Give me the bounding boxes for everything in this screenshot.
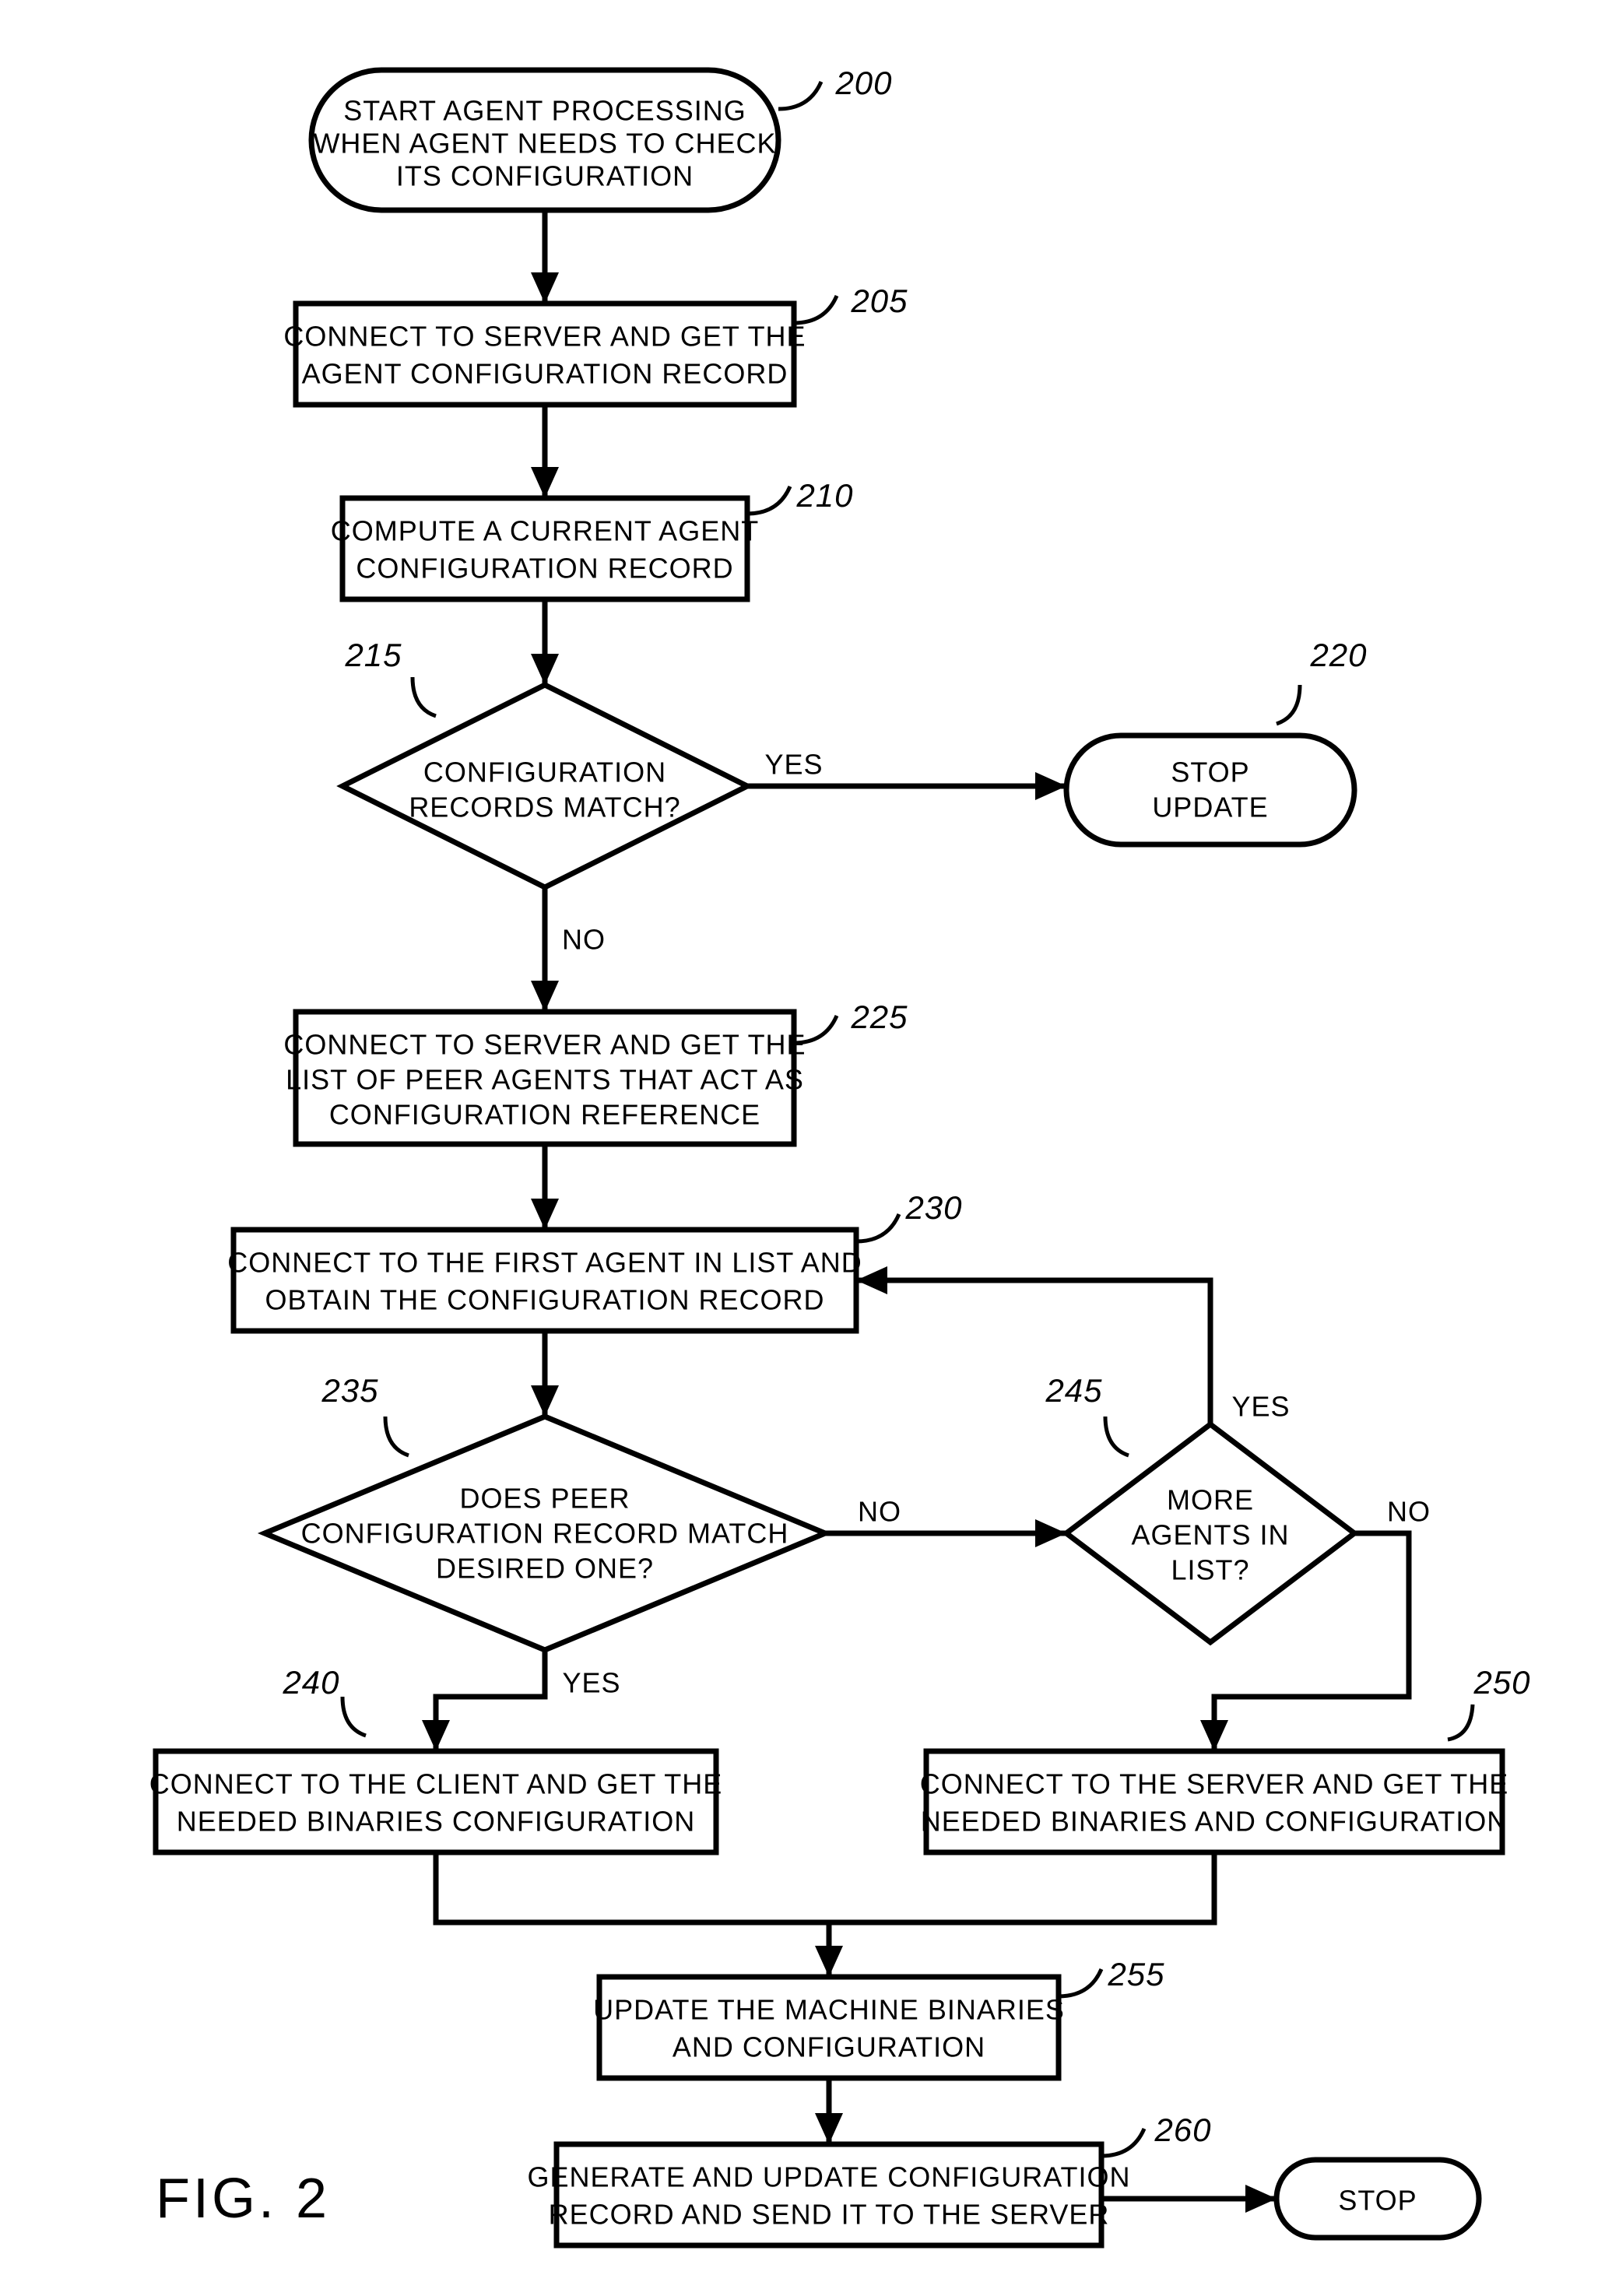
node-stop: STOP [1277,2160,1479,2238]
node-205-process: CONNECT TO SERVER AND GET THE AGENT CONF… [283,304,806,405]
label-255: 255 [1107,1956,1164,1992]
edge-235-240-yes: YES [422,1650,621,1751]
edge-215-yes-label: YES [764,749,823,781]
node-205-line2: AGENT CONFIGURATION RECORD [302,358,788,390]
edge-235-no-label: NO [858,1496,901,1528]
label-230: 230 [904,1189,962,1226]
node-200-line1: START AGENT PROCESSING [343,95,746,127]
node-230-line2: OBTAIN THE CONFIGURATION RECORD [265,1284,824,1316]
node-240-process: CONNECT TO THE CLIENT AND GET THE NEEDED… [149,1751,723,1852]
edge-225-230 [531,1144,559,1230]
node-225-process: CONNECT TO SERVER AND GET THE LIST OF PE… [283,1012,806,1144]
node-250-process: CONNECT TO THE SERVER AND GET THE NEEDED… [920,1751,1509,1852]
label-205: 205 [850,283,908,319]
node-205-line1: CONNECT TO SERVER AND GET THE [283,321,806,353]
node-230-line1: CONNECT TO THE FIRST AGENT IN LIST AND [227,1247,862,1279]
node-245-line1: MORE [1167,1484,1254,1516]
label-210: 210 [795,477,853,514]
node-260-line1: GENERATE AND UPDATE CONFIGURATION [527,2161,1130,2193]
node-220-line2: UPDATE [1152,792,1268,823]
node-225-line3: CONFIGURATION REFERENCE [329,1099,760,1131]
node-200-line2: WHEN AGENT NEEDS TO CHECK [313,128,776,160]
edge-215-220-yes: YES [747,749,1066,800]
node-235-line3: DESIRED ONE? [436,1553,654,1585]
node-235-line1: DOES PEER [459,1483,630,1515]
node-215-decision: CONFIGURATION RECORDS MATCH? [342,685,747,887]
node-255-process: UPDATE THE MACHINE BINARIES AND CONFIGUR… [593,1977,1065,2078]
edge-205-210 [531,405,559,498]
node-245-decision: MORE AGENTS IN LIST? [1066,1424,1354,1642]
node-235-line2: CONFIGURATION RECORD MATCH [301,1518,789,1550]
label-245: 245 [1045,1372,1102,1409]
node-260-process: GENERATE AND UPDATE CONFIGURATION RECORD… [527,2144,1130,2245]
node-200-line3: ITS CONFIGURATION [396,160,694,192]
node-230-process: CONNECT TO THE FIRST AGENT IN LIST AND O… [227,1230,862,1331]
node-215-line1: CONFIGURATION [423,757,666,788]
node-220-stop-update: STOP UPDATE [1066,735,1354,844]
node-240-line1: CONNECT TO THE CLIENT AND GET THE [149,1768,723,1800]
node-210-line1: COMPUTE A CURRENT AGENT [331,515,759,547]
label-200: 200 [834,65,892,101]
node-240-line2: NEEDED BINARIES CONFIGURATION [177,1806,695,1838]
label-240: 240 [282,1664,339,1701]
label-215: 215 [344,637,402,673]
node-210-line2: CONFIGURATION RECORD [356,553,733,585]
node-260-line2: RECORD AND SEND IT TO THE SERVER [549,2199,1110,2231]
edge-240-255 [436,1852,843,1977]
node-255-line2: AND CONFIGURATION [673,2031,985,2063]
node-245-line2: AGENTS IN [1131,1519,1289,1551]
edge-235-yes-label: YES [562,1667,620,1699]
edge-235-245-no: NO [825,1496,1066,1547]
edge-245-no-label: NO [1387,1496,1431,1528]
node-255-line1: UPDATE THE MACHINE BINARIES [593,1994,1065,2026]
node-250-line2: NEEDED BINARIES AND CONFIGURATION [921,1806,1508,1838]
edge-215-no-label: NO [562,924,606,956]
node-250-line1: CONNECT TO THE SERVER AND GET THE [920,1768,1509,1800]
node-210-process: COMPUTE A CURRENT AGENT CONFIGURATION RE… [331,498,759,599]
node-225-line1: CONNECT TO SERVER AND GET THE [283,1029,806,1061]
edge-215-225-no: NO [531,887,606,1012]
flowchart: START AGENT PROCESSING WHEN AGENT NEEDS … [0,0,1619,2296]
node-215-line2: RECORDS MATCH? [409,792,680,823]
node-225-line2: LIST OF PEER AGENTS THAT ACT AS [286,1064,804,1096]
node-stop-line1: STOP [1338,2185,1417,2217]
node-220-line1: STOP [1171,757,1249,788]
label-260: 260 [1154,2112,1211,2148]
label-235: 235 [321,1372,378,1409]
label-225: 225 [850,999,908,1035]
edge-210-215 [531,599,559,685]
label-220: 220 [1309,637,1367,673]
node-245-line3: LIST? [1171,1554,1249,1586]
label-250: 250 [1473,1664,1530,1701]
edge-250-255 [829,1852,1214,1922]
node-200-start: START AGENT PROCESSING WHEN AGENT NEEDS … [311,70,778,210]
edge-230-235 [531,1331,559,1417]
figure-label: FIG. 2 [156,2168,330,2230]
edge-245-yes-label: YES [1231,1391,1290,1423]
node-235-decision: DOES PEER CONFIGURATION RECORD MATCH DES… [265,1417,825,1650]
edge-200-205 [531,210,559,304]
edge-255-260 [815,2078,843,2144]
